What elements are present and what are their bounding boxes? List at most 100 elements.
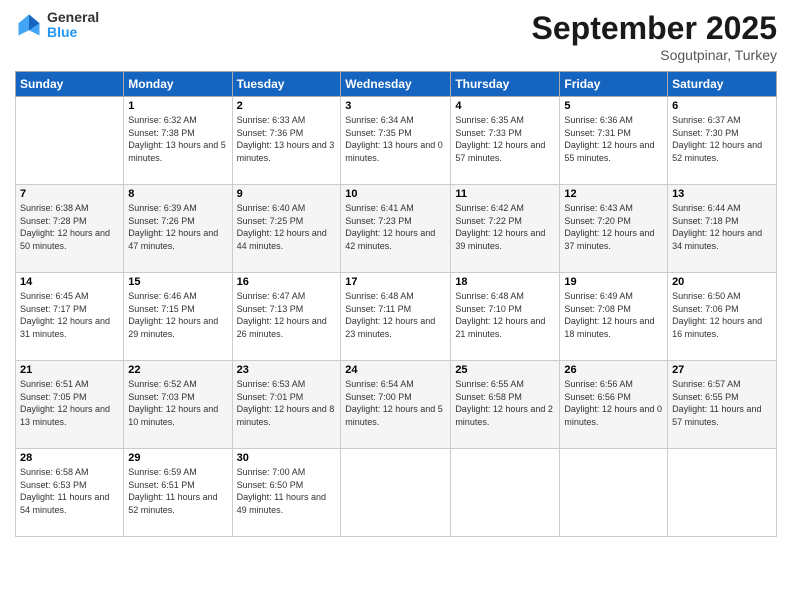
calendar-header-row: Sunday Monday Tuesday Wednesday Thursday…: [16, 72, 777, 97]
day-info: Sunrise: 6:56 AM Sunset: 6:56 PM Dayligh…: [564, 378, 663, 428]
table-cell: 13 Sunrise: 6:44 AM Sunset: 7:18 PM Dayl…: [668, 185, 777, 273]
table-cell: [16, 97, 124, 185]
day-number: 13: [672, 188, 772, 200]
table-cell: 15 Sunrise: 6:46 AM Sunset: 7:15 PM Dayl…: [124, 273, 232, 361]
day-info: Sunrise: 6:54 AM Sunset: 7:00 PM Dayligh…: [345, 378, 446, 428]
day-number: 11: [455, 188, 555, 200]
day-info: Sunrise: 6:40 AM Sunset: 7:25 PM Dayligh…: [237, 202, 337, 252]
table-cell: 27 Sunrise: 6:57 AM Sunset: 6:55 PM Dayl…: [668, 361, 777, 449]
table-cell: 1 Sunrise: 6:32 AM Sunset: 7:38 PM Dayli…: [124, 97, 232, 185]
page: General Blue September 2025 Sogutpinar, …: [0, 0, 792, 612]
day-number: 21: [20, 364, 119, 376]
day-info: Sunrise: 6:55 AM Sunset: 6:58 PM Dayligh…: [455, 378, 555, 428]
day-info: Sunrise: 6:59 AM Sunset: 6:51 PM Dayligh…: [128, 466, 227, 516]
table-cell: 10 Sunrise: 6:41 AM Sunset: 7:23 PM Dayl…: [341, 185, 451, 273]
day-info: Sunrise: 6:36 AM Sunset: 7:31 PM Dayligh…: [564, 114, 663, 164]
table-cell: 28 Sunrise: 6:58 AM Sunset: 6:53 PM Dayl…: [16, 449, 124, 537]
table-cell: 2 Sunrise: 6:33 AM Sunset: 7:36 PM Dayli…: [232, 97, 341, 185]
day-number: 19: [564, 276, 663, 288]
day-number: 23: [237, 364, 337, 376]
col-tuesday: Tuesday: [232, 72, 341, 97]
title-block: September 2025 Sogutpinar, Turkey: [532, 10, 777, 63]
day-number: 15: [128, 276, 227, 288]
col-monday: Monday: [124, 72, 232, 97]
day-number: 5: [564, 100, 663, 112]
day-number: 1: [128, 100, 227, 112]
day-number: 12: [564, 188, 663, 200]
table-cell: 9 Sunrise: 6:40 AM Sunset: 7:25 PM Dayli…: [232, 185, 341, 273]
col-sunday: Sunday: [16, 72, 124, 97]
table-cell: [560, 449, 668, 537]
day-info: Sunrise: 6:38 AM Sunset: 7:28 PM Dayligh…: [20, 202, 119, 252]
table-cell: 20 Sunrise: 6:50 AM Sunset: 7:06 PM Dayl…: [668, 273, 777, 361]
day-info: Sunrise: 6:49 AM Sunset: 7:08 PM Dayligh…: [564, 290, 663, 340]
week-row-1: 1 Sunrise: 6:32 AM Sunset: 7:38 PM Dayli…: [16, 97, 777, 185]
day-info: Sunrise: 6:44 AM Sunset: 7:18 PM Dayligh…: [672, 202, 772, 252]
day-number: 24: [345, 364, 446, 376]
table-cell: 24 Sunrise: 6:54 AM Sunset: 7:00 PM Dayl…: [341, 361, 451, 449]
day-info: Sunrise: 6:48 AM Sunset: 7:10 PM Dayligh…: [455, 290, 555, 340]
day-info: Sunrise: 7:00 AM Sunset: 6:50 PM Dayligh…: [237, 466, 337, 516]
table-cell: 8 Sunrise: 6:39 AM Sunset: 7:26 PM Dayli…: [124, 185, 232, 273]
table-cell: 4 Sunrise: 6:35 AM Sunset: 7:33 PM Dayli…: [451, 97, 560, 185]
day-number: 9: [237, 188, 337, 200]
day-info: Sunrise: 6:34 AM Sunset: 7:35 PM Dayligh…: [345, 114, 446, 164]
day-info: Sunrise: 6:57 AM Sunset: 6:55 PM Dayligh…: [672, 378, 772, 428]
table-cell: 12 Sunrise: 6:43 AM Sunset: 7:20 PM Dayl…: [560, 185, 668, 273]
table-cell: [668, 449, 777, 537]
table-cell: 30 Sunrise: 7:00 AM Sunset: 6:50 PM Dayl…: [232, 449, 341, 537]
table-cell: 16 Sunrise: 6:47 AM Sunset: 7:13 PM Dayl…: [232, 273, 341, 361]
day-number: 2: [237, 100, 337, 112]
day-info: Sunrise: 6:51 AM Sunset: 7:05 PM Dayligh…: [20, 378, 119, 428]
day-number: 10: [345, 188, 446, 200]
day-info: Sunrise: 6:39 AM Sunset: 7:26 PM Dayligh…: [128, 202, 227, 252]
day-number: 26: [564, 364, 663, 376]
table-cell: 19 Sunrise: 6:49 AM Sunset: 7:08 PM Dayl…: [560, 273, 668, 361]
table-cell: 5 Sunrise: 6:36 AM Sunset: 7:31 PM Dayli…: [560, 97, 668, 185]
week-row-3: 14 Sunrise: 6:45 AM Sunset: 7:17 PM Dayl…: [16, 273, 777, 361]
week-row-5: 28 Sunrise: 6:58 AM Sunset: 6:53 PM Dayl…: [16, 449, 777, 537]
day-info: Sunrise: 6:32 AM Sunset: 7:38 PM Dayligh…: [128, 114, 227, 164]
table-cell: 23 Sunrise: 6:53 AM Sunset: 7:01 PM Dayl…: [232, 361, 341, 449]
day-number: 8: [128, 188, 227, 200]
week-row-4: 21 Sunrise: 6:51 AM Sunset: 7:05 PM Dayl…: [16, 361, 777, 449]
table-cell: 3 Sunrise: 6:34 AM Sunset: 7:35 PM Dayli…: [341, 97, 451, 185]
table-cell: 17 Sunrise: 6:48 AM Sunset: 7:11 PM Dayl…: [341, 273, 451, 361]
col-wednesday: Wednesday: [341, 72, 451, 97]
day-number: 27: [672, 364, 772, 376]
day-number: 4: [455, 100, 555, 112]
calendar-table: Sunday Monday Tuesday Wednesday Thursday…: [15, 71, 777, 537]
col-friday: Friday: [560, 72, 668, 97]
logo-icon: [15, 11, 43, 39]
table-cell: 18 Sunrise: 6:48 AM Sunset: 7:10 PM Dayl…: [451, 273, 560, 361]
day-info: Sunrise: 6:43 AM Sunset: 7:20 PM Dayligh…: [564, 202, 663, 252]
table-cell: 7 Sunrise: 6:38 AM Sunset: 7:28 PM Dayli…: [16, 185, 124, 273]
table-cell: [341, 449, 451, 537]
day-info: Sunrise: 6:35 AM Sunset: 7:33 PM Dayligh…: [455, 114, 555, 164]
table-cell: 29 Sunrise: 6:59 AM Sunset: 6:51 PM Dayl…: [124, 449, 232, 537]
day-info: Sunrise: 6:53 AM Sunset: 7:01 PM Dayligh…: [237, 378, 337, 428]
week-row-2: 7 Sunrise: 6:38 AM Sunset: 7:28 PM Dayli…: [16, 185, 777, 273]
table-cell: 21 Sunrise: 6:51 AM Sunset: 7:05 PM Dayl…: [16, 361, 124, 449]
day-info: Sunrise: 6:58 AM Sunset: 6:53 PM Dayligh…: [20, 466, 119, 516]
day-info: Sunrise: 6:42 AM Sunset: 7:22 PM Dayligh…: [455, 202, 555, 252]
table-cell: 25 Sunrise: 6:55 AM Sunset: 6:58 PM Dayl…: [451, 361, 560, 449]
subtitle: Sogutpinar, Turkey: [532, 47, 777, 63]
table-cell: 6 Sunrise: 6:37 AM Sunset: 7:30 PM Dayli…: [668, 97, 777, 185]
day-info: Sunrise: 6:33 AM Sunset: 7:36 PM Dayligh…: [237, 114, 337, 164]
day-info: Sunrise: 6:50 AM Sunset: 7:06 PM Dayligh…: [672, 290, 772, 340]
header: General Blue September 2025 Sogutpinar, …: [15, 10, 777, 63]
day-number: 28: [20, 452, 119, 464]
col-thursday: Thursday: [451, 72, 560, 97]
day-number: 17: [345, 276, 446, 288]
day-number: 16: [237, 276, 337, 288]
day-info: Sunrise: 6:48 AM Sunset: 7:11 PM Dayligh…: [345, 290, 446, 340]
table-cell: 22 Sunrise: 6:52 AM Sunset: 7:03 PM Dayl…: [124, 361, 232, 449]
month-title: September 2025: [532, 10, 777, 47]
day-number: 18: [455, 276, 555, 288]
day-info: Sunrise: 6:41 AM Sunset: 7:23 PM Dayligh…: [345, 202, 446, 252]
day-number: 14: [20, 276, 119, 288]
day-number: 30: [237, 452, 337, 464]
table-cell: [451, 449, 560, 537]
day-info: Sunrise: 6:46 AM Sunset: 7:15 PM Dayligh…: [128, 290, 227, 340]
